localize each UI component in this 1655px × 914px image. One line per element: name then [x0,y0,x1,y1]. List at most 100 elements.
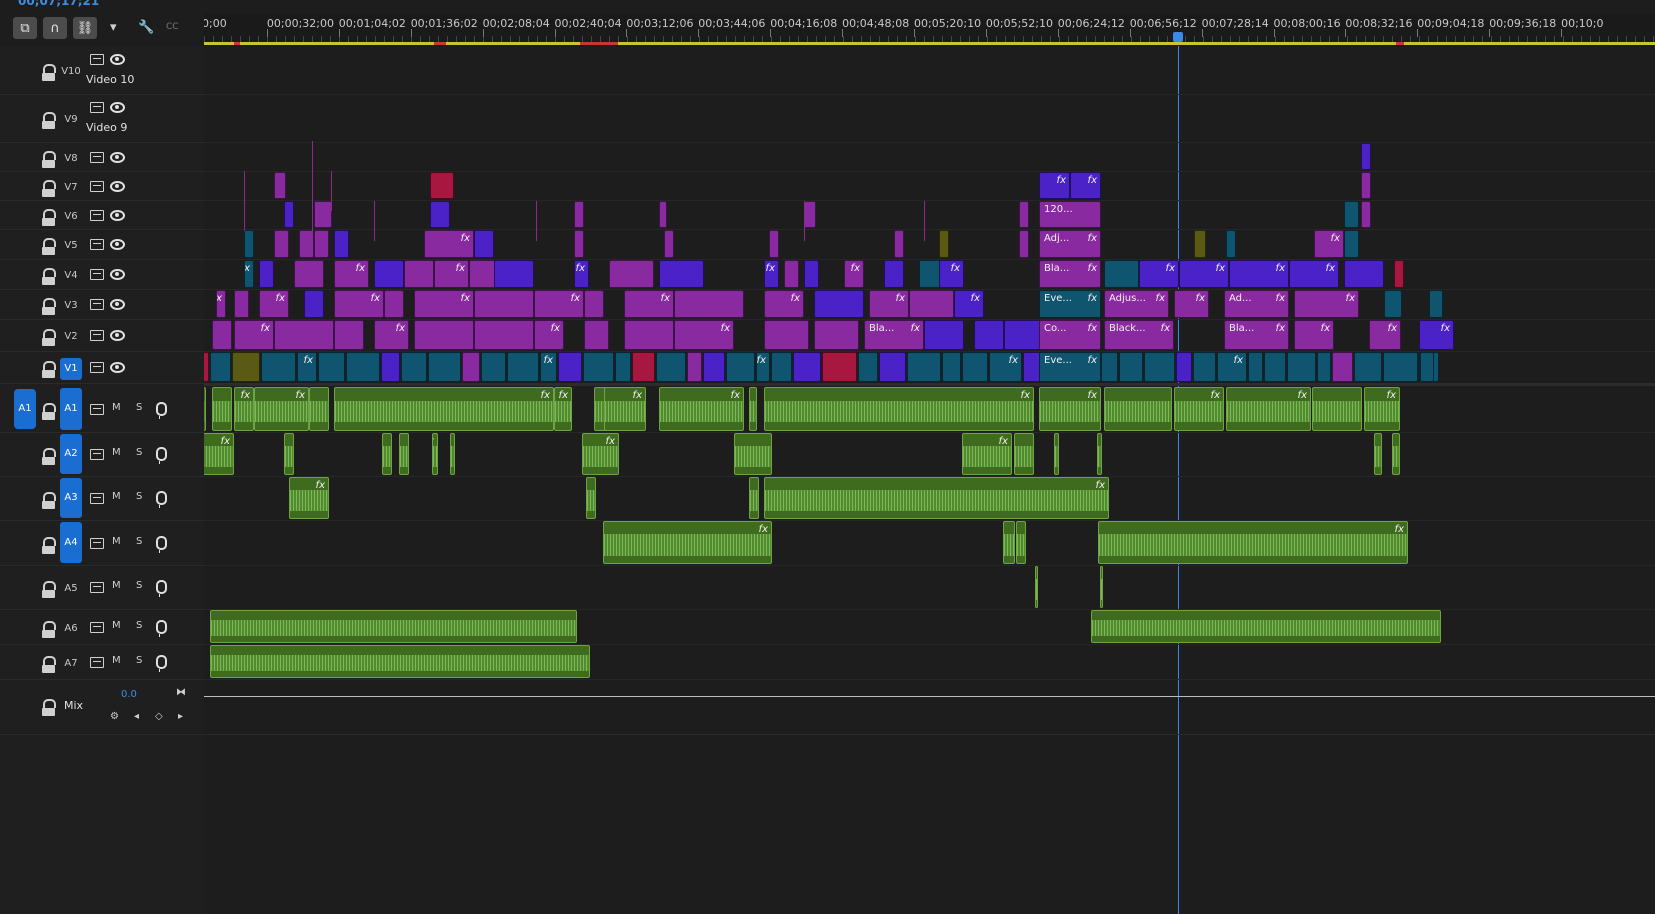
video-clip[interactable] [1287,352,1316,382]
audio-clip[interactable] [1016,521,1026,564]
add-marker-icon[interactable]: ▾ [110,20,117,35]
toggle-output-eye-icon[interactable] [110,239,125,250]
sync-lock-icon[interactable] [90,239,104,250]
lock-icon[interactable] [42,238,56,255]
lock-icon[interactable] [42,699,56,716]
video-clip[interactable]: fx [844,260,864,288]
video-clip[interactable]: Adj... fx [1039,230,1101,258]
video-clip[interactable] [1383,352,1418,382]
video-clip[interactable] [858,352,878,382]
lock-icon[interactable] [42,180,56,197]
track-target-a6[interactable]: A6 [60,618,82,640]
mute-button[interactable]: M [112,536,121,547]
source-patch-a1[interactable]: A1 [14,389,36,429]
video-clip[interactable] [204,352,209,382]
insert-nest-icon[interactable]: ⧉ [13,17,37,39]
track-target-v10[interactable]: V10 [60,61,82,83]
voiceover-record-icon[interactable] [156,491,167,508]
audio-clip[interactable]: fx [603,521,772,564]
sync-lock-icon[interactable] [90,299,104,310]
video-clip[interactable] [632,352,655,382]
audio-clip[interactable] [1104,387,1172,431]
toggle-output-eye-icon[interactable] [110,181,125,192]
video-clip[interactable]: fx [534,290,584,318]
video-clip[interactable] [1361,172,1371,199]
voiceover-record-icon[interactable] [156,655,167,672]
video-clip[interactable] [212,320,232,350]
video-clip[interactable] [234,290,249,318]
video-clip[interactable] [232,352,260,382]
video-clip[interactable]: fx [624,290,674,318]
video-clip[interactable] [784,260,799,288]
video-clip[interactable] [404,260,434,288]
audio-clip[interactable]: fx [1174,387,1224,431]
video-clip[interactable] [1101,352,1118,382]
prev-keyframe-icon[interactable]: ◂ [134,711,139,722]
toggle-output-eye-icon[interactable] [110,269,125,280]
video-clip[interactable]: fx [869,290,909,318]
track-target-v9[interactable]: V9 [60,109,82,131]
video-clip[interactable] [584,290,604,318]
video-clip[interactable]: fx [764,290,804,318]
video-clip[interactable] [558,352,582,382]
video-clip[interactable] [462,352,480,382]
video-clip[interactable] [1226,230,1236,258]
video-clip[interactable] [793,352,821,382]
video-clip[interactable] [1264,352,1286,382]
voiceover-record-icon[interactable] [156,620,167,637]
video-clip[interactable] [261,352,296,382]
audio-clip[interactable] [1014,433,1034,475]
video-clip[interactable] [804,260,819,288]
video-clip[interactable] [1394,260,1404,288]
video-clip[interactable] [210,352,231,382]
audio-clip[interactable] [1054,433,1059,475]
video-clip[interactable] [879,352,906,382]
video-clip[interactable] [318,352,345,382]
video-clip[interactable]: fx [1294,320,1334,350]
video-clip[interactable] [1344,201,1359,228]
video-clip[interactable] [574,201,584,228]
track-target-v2[interactable]: V2 [60,326,82,348]
video-clip[interactable] [894,230,904,258]
video-clip[interactable] [1104,260,1139,288]
audio-clip[interactable]: fx [432,433,438,475]
video-clip[interactable]: fx [540,352,557,382]
video-clip[interactable]: Bla... fx [1039,260,1101,288]
video-clip[interactable] [1361,201,1371,228]
sync-lock-icon[interactable] [90,269,104,280]
lock-icon[interactable] [42,329,56,346]
audio-clip[interactable]: fx [1098,521,1408,564]
video-clip[interactable] [664,230,674,258]
video-clip[interactable]: Co... fx [1039,320,1101,350]
video-clip[interactable]: fx [939,260,964,288]
lock-icon[interactable] [42,581,56,598]
sync-lock-icon[interactable] [90,362,104,373]
video-clip[interactable]: Adjus... fx [1104,290,1169,318]
track-target-a2[interactable]: A2 [60,434,82,474]
wrench-icon[interactable]: 🔧 [138,20,154,35]
audio-clip[interactable] [1392,433,1400,475]
track-target-v1[interactable]: V1 [60,358,82,380]
video-clip[interactable] [244,230,254,258]
video-clip[interactable]: Black... fx [1104,320,1174,350]
track-target-v8[interactable]: V8 [60,148,82,170]
video-clip[interactable] [1176,352,1192,382]
track-target-a5[interactable]: A5 [60,578,82,600]
video-clip[interactable]: fx [1229,260,1289,288]
audio-clip[interactable]: fx [1226,387,1311,431]
video-clip[interactable]: fx [989,352,1022,382]
sync-lock-icon[interactable] [90,210,104,221]
solo-button[interactable]: S [136,655,142,666]
video-clip[interactable] [384,290,404,318]
video-clip[interactable]: fx [1289,260,1339,288]
video-clip[interactable] [1420,352,1434,382]
audio-clip[interactable]: fx [582,433,619,475]
sync-lock-icon[interactable] [90,657,104,668]
video-clip[interactable] [1194,230,1206,258]
video-clip[interactable]: fx [1039,172,1070,199]
audio-clip[interactable]: fx [204,387,206,431]
video-clip[interactable] [259,260,274,288]
voiceover-record-icon[interactable] [156,536,167,553]
lock-icon[interactable] [42,209,56,226]
video-clip[interactable] [1119,352,1143,382]
